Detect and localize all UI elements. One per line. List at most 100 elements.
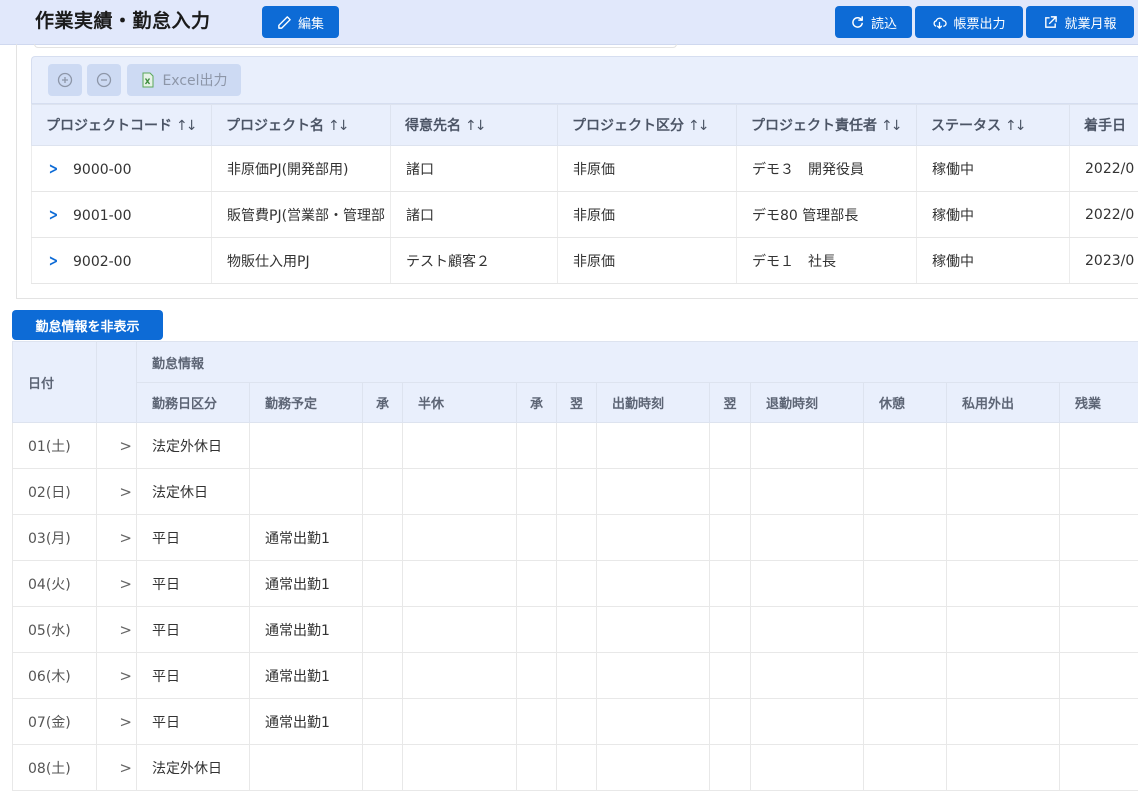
cell[interactable]: [517, 745, 557, 791]
cell[interactable]: [947, 515, 1060, 561]
table-row[interactable]: 07(金) > 平日 通常出勤1: [13, 699, 1138, 745]
cell[interactable]: [864, 469, 947, 515]
cell[interactable]: [597, 699, 710, 745]
chevron-right-icon[interactable]: >: [97, 515, 137, 561]
table-row[interactable]: 05(水) > 平日 通常出勤1: [13, 607, 1138, 653]
cell[interactable]: [864, 607, 947, 653]
schedule-cell[interactable]: 通常出勤1: [250, 699, 363, 745]
cell[interactable]: [1060, 699, 1138, 745]
cell[interactable]: [710, 423, 751, 469]
cell[interactable]: [557, 423, 597, 469]
cell[interactable]: [557, 515, 597, 561]
table-row[interactable]: 06(木) > 平日 通常出勤1: [13, 653, 1138, 699]
cell[interactable]: [710, 699, 751, 745]
cell[interactable]: [597, 561, 710, 607]
cell[interactable]: [363, 423, 403, 469]
chevron-right-icon[interactable]: >: [49, 205, 57, 224]
sort-icon[interactable]: ↑↓: [328, 118, 347, 134]
cell[interactable]: [403, 515, 517, 561]
table-row[interactable]: >9000-00 非原価PJ(開発部用) 諸口 非原価 デモ３ 開発役員 稼働中…: [32, 146, 1138, 192]
excel-export-button[interactable]: Excel出力: [127, 64, 241, 96]
sort-icon[interactable]: ↑↓: [465, 118, 484, 134]
cell[interactable]: [597, 745, 710, 791]
cell[interactable]: [1060, 653, 1138, 699]
cell[interactable]: [517, 653, 557, 699]
cell[interactable]: [557, 699, 597, 745]
cell[interactable]: [557, 607, 597, 653]
chevron-right-icon[interactable]: >: [97, 469, 137, 515]
cell[interactable]: [947, 561, 1060, 607]
column-header-project-manager[interactable]: プロジェクト責任者↑↓: [737, 105, 917, 146]
cell[interactable]: [864, 653, 947, 699]
cell[interactable]: [864, 699, 947, 745]
cell[interactable]: [363, 515, 403, 561]
cell[interactable]: [710, 653, 751, 699]
hide-attendance-button[interactable]: 勤怠情報を非表示: [12, 310, 163, 340]
schedule-cell[interactable]: 通常出勤1: [250, 561, 363, 607]
table-row[interactable]: 02(日) > 法定休日: [13, 469, 1138, 515]
report-output-button[interactable]: 帳票出力: [915, 6, 1023, 38]
column-header-project-code[interactable]: プロジェクトコード↑↓: [32, 105, 212, 146]
day-type-cell[interactable]: 平日: [137, 515, 250, 561]
cell[interactable]: [517, 561, 557, 607]
cell[interactable]: [751, 699, 864, 745]
column-header-status[interactable]: ステータス↑↓: [917, 105, 1070, 146]
cell[interactable]: [363, 653, 403, 699]
chevron-right-icon[interactable]: >: [49, 159, 57, 178]
cell[interactable]: [710, 469, 751, 515]
cell[interactable]: [403, 745, 517, 791]
edit-button[interactable]: 編集: [262, 6, 339, 38]
column-header-client[interactable]: 得意先名↑↓: [391, 105, 558, 146]
table-row[interactable]: >9001-00 販管費PJ(営業部・管理部 諸口 非原価 デモ80 管理部長 …: [32, 192, 1138, 238]
collapse-all-button[interactable]: [87, 64, 121, 96]
cell[interactable]: [597, 423, 710, 469]
cell[interactable]: [947, 469, 1060, 515]
cell[interactable]: [557, 469, 597, 515]
cell[interactable]: [1060, 469, 1138, 515]
cell[interactable]: [363, 699, 403, 745]
cell[interactable]: [403, 607, 517, 653]
sort-icon[interactable]: ↑↓: [881, 118, 900, 134]
cell[interactable]: [947, 699, 1060, 745]
schedule-cell[interactable]: [250, 745, 363, 791]
day-type-cell[interactable]: 平日: [137, 653, 250, 699]
cell[interactable]: [597, 515, 710, 561]
sort-icon[interactable]: ↑↓: [176, 118, 195, 134]
cell[interactable]: [597, 469, 710, 515]
cell[interactable]: [557, 745, 597, 791]
cell[interactable]: [751, 561, 864, 607]
cell[interactable]: [1060, 561, 1138, 607]
cell[interactable]: [947, 653, 1060, 699]
cell[interactable]: [751, 653, 864, 699]
chevron-right-icon[interactable]: >: [97, 699, 137, 745]
cell[interactable]: [557, 561, 597, 607]
day-type-cell[interactable]: 法定外休日: [137, 423, 250, 469]
cell[interactable]: [751, 745, 864, 791]
cell[interactable]: [1060, 745, 1138, 791]
cell[interactable]: [710, 561, 751, 607]
cell[interactable]: [363, 561, 403, 607]
cell[interactable]: [864, 561, 947, 607]
cell[interactable]: [517, 699, 557, 745]
cell[interactable]: [403, 469, 517, 515]
sort-icon[interactable]: ↑↓: [688, 118, 707, 134]
schedule-cell[interactable]: 通常出勤1: [250, 515, 363, 561]
cell[interactable]: [1060, 515, 1138, 561]
day-type-cell[interactable]: 法定休日: [137, 469, 250, 515]
table-row[interactable]: 01(土) > 法定外休日: [13, 423, 1138, 469]
cell[interactable]: [403, 699, 517, 745]
cell[interactable]: [751, 515, 864, 561]
cell[interactable]: [864, 423, 947, 469]
column-header-project-category[interactable]: プロジェクト区分↑↓: [558, 105, 737, 146]
sort-icon[interactable]: ↑↓: [1005, 118, 1024, 134]
cell[interactable]: [403, 561, 517, 607]
table-row[interactable]: >9002-00 物販仕入用PJ テスト顧客２ 非原価 デモ１ 社長 稼働中 2…: [32, 238, 1138, 284]
cell[interactable]: [751, 423, 864, 469]
cell[interactable]: [363, 745, 403, 791]
cell[interactable]: [363, 607, 403, 653]
reload-button[interactable]: 読込: [835, 6, 912, 38]
cell[interactable]: [751, 469, 864, 515]
chevron-right-icon[interactable]: >: [97, 745, 137, 791]
cell[interactable]: [751, 607, 864, 653]
cell[interactable]: [517, 469, 557, 515]
